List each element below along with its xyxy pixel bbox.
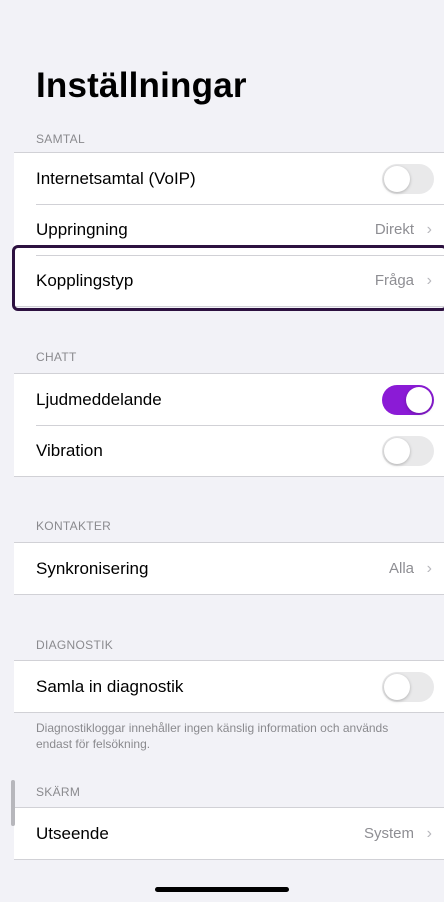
row-kopplingstyp[interactable]: Kopplingstyp Fråga › (14, 255, 444, 306)
group-samtal: Internetsamtal (VoIP) Uppringning Direkt… (14, 152, 444, 307)
row-uppringning[interactable]: Uppringning Direkt › (14, 204, 444, 255)
samla-diagnostik-toggle[interactable] (382, 671, 434, 702)
row-synkronisering[interactable]: Synkronisering Alla › (14, 543, 444, 594)
chevron-right-icon: › (426, 271, 432, 289)
uppringning-label: Uppringning (36, 219, 128, 239)
kopplingstyp-label: Kopplingstyp (36, 270, 134, 290)
group-kontakter: Synkronisering Alla › (14, 542, 444, 595)
chevron-right-icon: › (426, 559, 432, 577)
toggle-knob (384, 673, 410, 700)
section-header-diagnostik: DIAGNOSTIK (36, 638, 114, 652)
utseende-label: Utseende (36, 823, 109, 843)
toggle-knob (384, 165, 410, 192)
toggle-knob (384, 437, 410, 464)
section-header-kontakter: KONTAKTER (36, 519, 112, 533)
diagnostik-footnote: Diagnostikloggar innehåller ingen känsli… (36, 721, 389, 751)
page-title: Inställningar (36, 66, 247, 105)
synkronisering-label: Synkronisering (36, 558, 149, 578)
synkronisering-value: Alla (388, 560, 414, 577)
voip-label: Internetsamtal (VoIP) (36, 168, 196, 188)
ljudmeddelande-toggle[interactable] (382, 384, 434, 415)
ljudmeddelande-label: Ljudmeddelande (36, 389, 162, 409)
vibration-toggle[interactable] (382, 435, 434, 466)
row-utseende[interactable]: Utseende System › (14, 808, 444, 859)
scroll-indicator[interactable] (11, 780, 15, 826)
chevron-right-icon: › (426, 824, 432, 842)
home-indicator[interactable] (155, 887, 289, 892)
voip-toggle[interactable] (382, 163, 434, 194)
section-header-samtal: SAMTAL (36, 132, 85, 146)
samla-diagnostik-label: Samla in diagnostik (36, 676, 184, 696)
group-chatt: Ljudmeddelande Vibration (14, 373, 444, 477)
group-diagnostik: Samla in diagnostik (14, 660, 444, 713)
kopplingstyp-value: Fråga (374, 272, 414, 289)
chevron-right-icon: › (426, 220, 432, 238)
uppringning-value: Direkt (374, 221, 414, 238)
section-header-skarm: SKÄRM (36, 785, 81, 799)
section-header-chatt: CHATT (36, 350, 77, 364)
group-skarm: Utseende System › (14, 807, 444, 860)
row-voip[interactable]: Internetsamtal (VoIP) (14, 153, 444, 204)
row-vibration[interactable]: Vibration (14, 425, 444, 476)
vibration-label: Vibration (36, 440, 103, 460)
utseende-value: System (363, 825, 414, 842)
toggle-knob (406, 386, 432, 413)
row-ljudmeddelande[interactable]: Ljudmeddelande (14, 374, 444, 425)
row-samla-diagnostik[interactable]: Samla in diagnostik (14, 661, 444, 712)
